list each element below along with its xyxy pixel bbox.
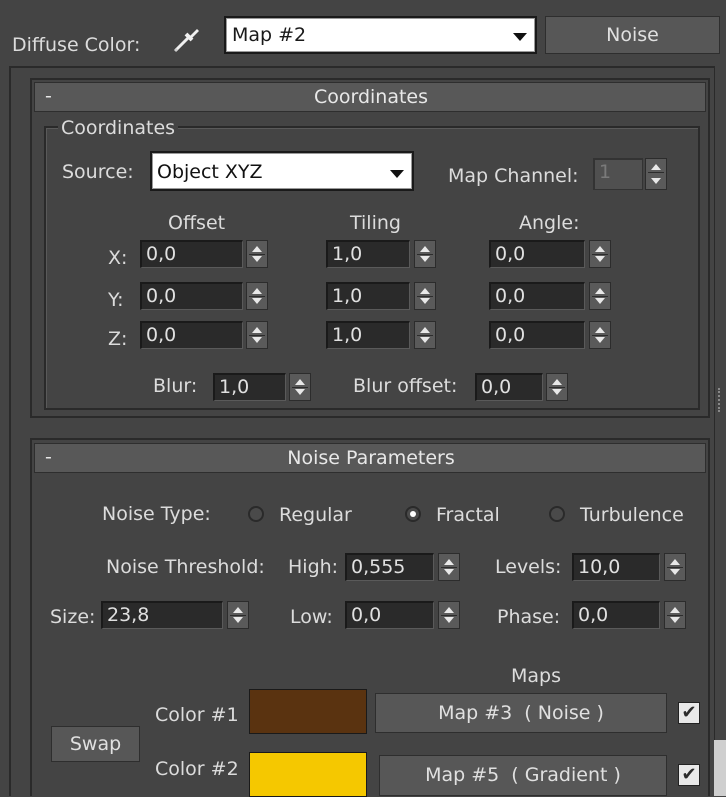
offset-y-spinner[interactable]	[246, 282, 268, 310]
map-name-dropdown[interactable]: Map #2	[224, 16, 537, 54]
levels-spinner[interactable]	[664, 553, 686, 581]
tiling-y-spinner[interactable]	[414, 282, 436, 310]
map-name-value: Map #2	[232, 24, 307, 46]
axis-label-x: X:	[108, 247, 128, 269]
chevron-down-icon	[390, 170, 404, 178]
offset-header: Offset	[168, 212, 226, 234]
angle-y-spinner[interactable]	[589, 282, 611, 310]
offset-x-field[interactable]: 0,0	[140, 240, 243, 268]
tiling-z-field[interactable]: 1,0	[326, 321, 410, 349]
angle-z-field[interactable]: 0,0	[489, 321, 585, 349]
tiling-x-field[interactable]: 1,0	[326, 240, 410, 268]
low-label: Low:	[290, 606, 333, 628]
color1-map-button[interactable]: Map #3 ( Noise )	[375, 693, 667, 733]
offset-z-field[interactable]: 0,0	[140, 321, 243, 349]
noise-rollout-title: Noise Parameters	[287, 447, 455, 469]
offset-x-spinner[interactable]	[246, 240, 268, 268]
color1-swatch[interactable]	[249, 689, 367, 734]
blur-label: Blur:	[153, 375, 198, 397]
map-channel-field: 1	[593, 158, 643, 190]
radio-turbulence[interactable]	[549, 506, 565, 522]
scrollbar-thumb[interactable]	[714, 740, 726, 796]
map-type-button[interactable]: Noise	[545, 16, 720, 54]
coordinates-rollout-header[interactable]: - Coordinates	[34, 82, 706, 112]
color2-swatch[interactable]	[249, 752, 367, 797]
axis-label-y: Y:	[108, 289, 124, 311]
color2-map-checkbox[interactable]: ✔	[678, 764, 700, 786]
blur-spinner[interactable]	[289, 373, 311, 401]
chevron-down-icon	[513, 33, 527, 41]
angle-x-spinner[interactable]	[589, 240, 611, 268]
low-spinner[interactable]	[438, 601, 460, 629]
color2-map-button[interactable]: Map #5 ( Gradient )	[379, 755, 667, 796]
noise-rollout-header[interactable]: - Noise Parameters	[34, 443, 706, 473]
angle-x-field[interactable]: 0,0	[489, 240, 585, 268]
map-channel-spinner[interactable]	[645, 158, 667, 190]
coordinates-rollout-title: Coordinates	[313, 86, 429, 108]
color2-map-label: Map #5 ( Gradient )	[425, 764, 621, 786]
map-type-label: Noise	[606, 24, 659, 46]
eyedropper-icon[interactable]	[170, 22, 204, 56]
color1-map-label: Map #3 ( Noise )	[438, 702, 604, 724]
levels-field[interactable]: 10,0	[572, 553, 660, 581]
phase-field[interactable]: 0,0	[572, 601, 660, 629]
high-label: High:	[288, 556, 339, 578]
color1-label: Color #1	[155, 704, 239, 726]
source-value: Object XYZ	[157, 161, 263, 183]
diffuse-color-label: Diffuse Color:	[12, 34, 141, 56]
blur-offset-field[interactable]: 0,0	[475, 373, 543, 401]
tiling-x-spinner[interactable]	[414, 240, 436, 268]
source-label: Source:	[62, 161, 134, 183]
turbulence-label: Turbulence	[580, 504, 684, 526]
noise-type-label: Noise Type:	[102, 503, 211, 525]
regular-label: Regular	[279, 504, 352, 526]
swap-button[interactable]: Swap	[51, 726, 140, 762]
size-field[interactable]: 23,8	[101, 601, 223, 629]
swap-label: Swap	[69, 733, 122, 755]
high-field[interactable]: 0,555	[345, 553, 434, 581]
axis-label-z: Z:	[108, 328, 128, 350]
map-channel-value: 1	[599, 161, 612, 183]
radio-regular[interactable]	[248, 506, 264, 522]
fractal-label: Fractal	[436, 504, 500, 526]
angle-y-field[interactable]: 0,0	[489, 282, 585, 310]
high-spinner[interactable]	[438, 553, 460, 581]
offset-y-field[interactable]: 0,0	[140, 282, 243, 310]
radio-fractal[interactable]	[405, 506, 421, 522]
scrollbar-grip[interactable]	[718, 388, 722, 412]
source-dropdown[interactable]: Object XYZ	[150, 151, 414, 191]
tiling-y-field[interactable]: 1,0	[326, 282, 410, 310]
phase-label: Phase:	[497, 606, 561, 628]
tiling-header: Tiling	[350, 212, 401, 234]
color2-label: Color #2	[155, 758, 239, 780]
size-label: Size:	[50, 606, 96, 628]
blur-offset-spinner[interactable]	[546, 373, 568, 401]
levels-label: Levels:	[495, 556, 562, 578]
tiling-z-spinner[interactable]	[414, 321, 436, 349]
offset-z-spinner[interactable]	[246, 321, 268, 349]
blur-field[interactable]: 1,0	[213, 373, 286, 401]
size-spinner[interactable]	[227, 601, 249, 629]
blur-offset-label: Blur offset:	[353, 375, 458, 397]
maps-header: Maps	[511, 665, 561, 687]
noise-threshold-label: Noise Threshold:	[106, 556, 265, 578]
coordinates-group-title: Coordinates	[58, 116, 179, 140]
angle-header: Angle:	[519, 212, 580, 234]
phase-spinner[interactable]	[664, 601, 686, 629]
low-field[interactable]: 0,0	[345, 601, 434, 629]
angle-z-spinner[interactable]	[589, 321, 611, 349]
color1-map-checkbox[interactable]: ✔	[678, 702, 700, 724]
map-channel-label: Map Channel:	[448, 165, 579, 187]
